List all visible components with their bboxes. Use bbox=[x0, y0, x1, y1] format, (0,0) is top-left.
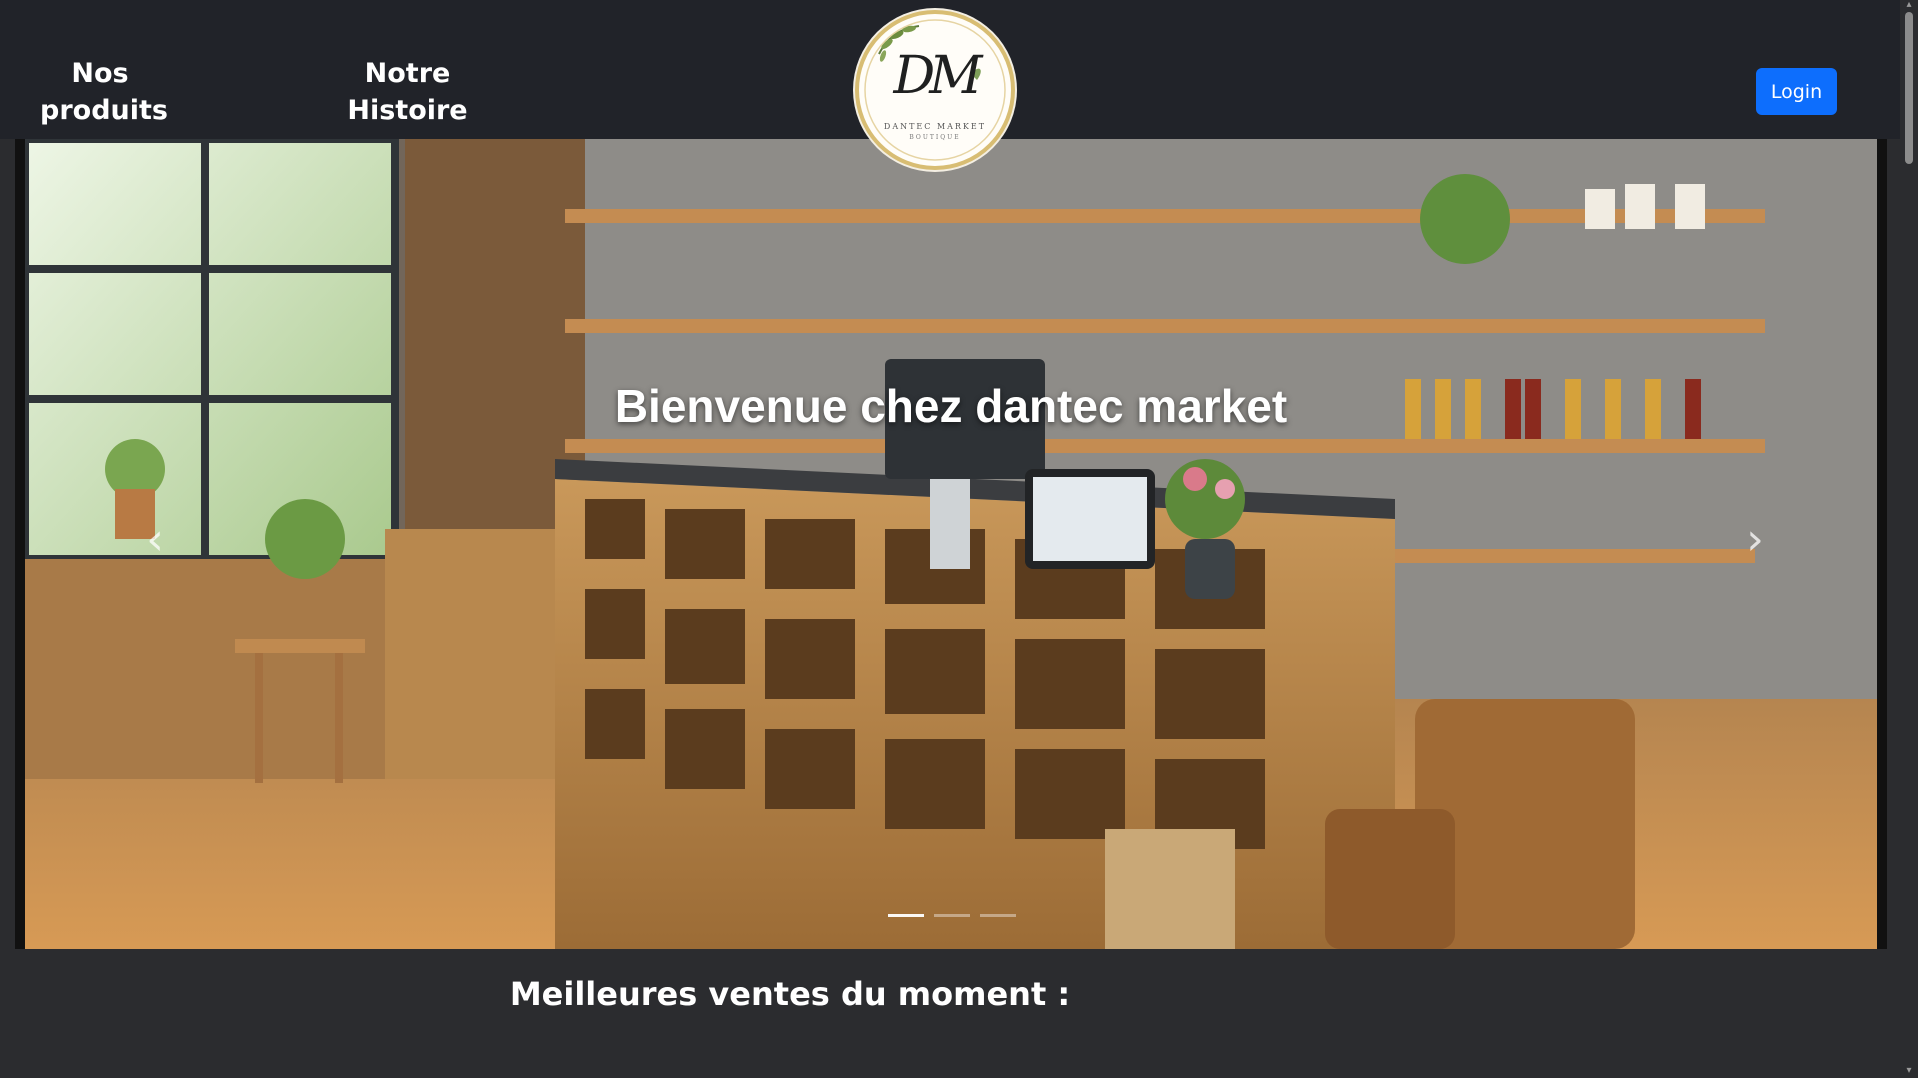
nav-history-line1: Notre bbox=[364, 58, 451, 89]
nav-products-line2: produits bbox=[40, 95, 168, 126]
nav-link-history[interactable]: Notre Histoire bbox=[345, 55, 470, 129]
brand-logo[interactable]: DM DANTEC MARKET BOUTIQUE bbox=[855, 10, 1015, 170]
nav-products-line1: Nos bbox=[71, 58, 129, 89]
carousel-prev-button[interactable]: ‹ bbox=[135, 514, 175, 574]
chevron-right-icon: › bbox=[1746, 514, 1764, 565]
page-scrollbar[interactable]: ▴ ▾ bbox=[1900, 0, 1918, 1078]
hero-carousel: Bienvenue chez dantec market ‹ › bbox=[15, 139, 1887, 949]
logo-name: DANTEC MARKET bbox=[883, 122, 987, 131]
hero-store-image bbox=[25, 139, 1877, 949]
carousel-next-button[interactable]: › bbox=[1735, 514, 1775, 574]
chevron-left-icon: ‹ bbox=[146, 514, 164, 565]
carousel-indicator-3[interactable] bbox=[980, 914, 1016, 917]
nav-history-line2: Histoire bbox=[347, 95, 468, 126]
carousel-indicator-1[interactable] bbox=[888, 914, 924, 917]
hero-caption: Bienvenue chez dantec market bbox=[614, 380, 1288, 432]
nav-link-products[interactable]: Nos produits bbox=[40, 55, 168, 129]
scroll-thumb[interactable] bbox=[1905, 12, 1913, 164]
scroll-up-arrow-icon[interactable]: ▴ bbox=[1903, 0, 1915, 10]
logo-subtitle: BOUTIQUE bbox=[909, 134, 961, 141]
scroll-down-arrow-icon[interactable]: ▾ bbox=[1903, 1066, 1915, 1076]
carousel-indicators bbox=[888, 914, 1028, 920]
login-button[interactable]: Login bbox=[1756, 68, 1837, 115]
carousel-indicator-2[interactable] bbox=[934, 914, 970, 917]
logo-monogram: DM bbox=[893, 46, 983, 106]
best-sellers-title: Meilleures ventes du moment : bbox=[509, 975, 1071, 1013]
